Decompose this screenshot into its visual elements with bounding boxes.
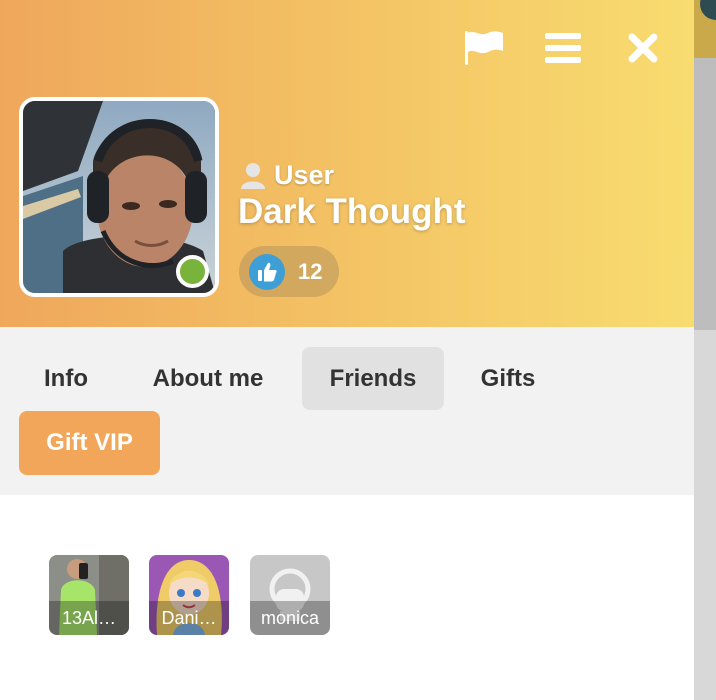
online-status-indicator (176, 255, 209, 288)
report-flag-button[interactable] (462, 28, 506, 68)
background-page-strip (694, 0, 716, 700)
tab-info[interactable]: Info (25, 347, 107, 410)
friend-name: Dani… (149, 601, 229, 635)
close-button[interactable] (621, 28, 665, 68)
user-type-text: User (274, 160, 335, 190)
tab-friends[interactable]: Friends (302, 347, 444, 410)
thumbs-up-icon (249, 253, 285, 290)
user-type-label: User (240, 160, 334, 191)
background-content-strip (694, 58, 716, 330)
friend-tile[interactable]: Dani… (149, 555, 229, 635)
profile-header: User Dark Thought 12 (0, 0, 694, 327)
friend-name: 13Al… (49, 601, 129, 635)
profile-username: Dark Thought (238, 192, 466, 231)
menu-icon (545, 33, 581, 63)
flag-icon (465, 31, 503, 65)
tab-gifts[interactable]: Gifts (458, 347, 558, 410)
likes-button[interactable]: 12 (239, 246, 339, 297)
close-icon (628, 33, 658, 63)
user-icon (241, 162, 265, 189)
friend-tile[interactable]: 13Al… (49, 555, 129, 635)
tab-about-me[interactable]: About me (130, 347, 286, 410)
menu-button[interactable] (541, 28, 585, 68)
likes-count: 12 (298, 258, 323, 284)
friends-list: 13Al… Dani… monica (0, 495, 694, 700)
gift-vip-button[interactable]: Gift VIP (19, 411, 160, 475)
profile-tabbar: Info About me Friends Gifts Gift VIP (0, 327, 694, 495)
friend-tile[interactable]: monica (250, 555, 330, 635)
friend-name: monica (250, 601, 330, 635)
profile-panel: User Dark Thought 12 Info About me Frien… (0, 0, 694, 700)
